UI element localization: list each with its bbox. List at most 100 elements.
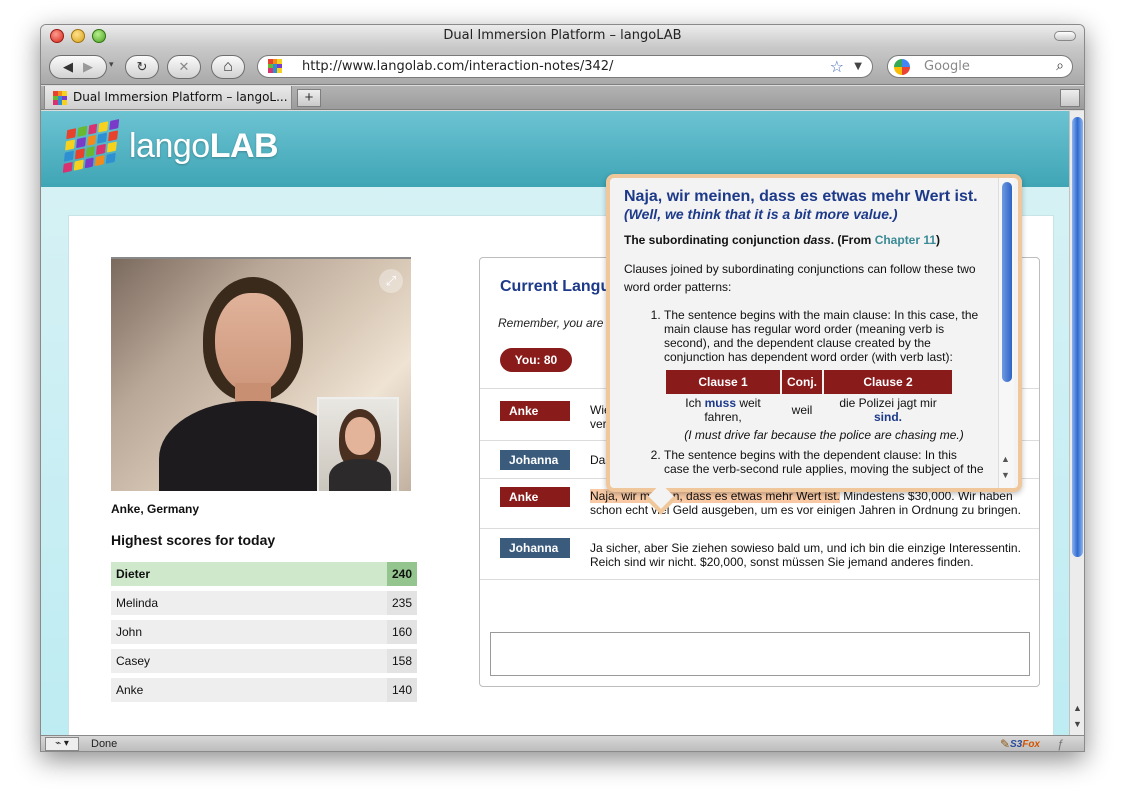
logo-tile: [74, 148, 85, 160]
search-bar[interactable]: Google ⌕: [887, 55, 1073, 78]
s3fox-text: S3: [1009, 739, 1023, 750]
page-scroll-thumb[interactable]: [1072, 117, 1083, 557]
speaker-label: Johanna: [500, 450, 570, 470]
score-name: Casey: [116, 654, 151, 668]
clause-cell: Ich muss weit fahren,: [666, 396, 780, 424]
message-text[interactable]: Ja sicher, aber Sie ziehen sowieso bald …: [590, 541, 1030, 569]
note-heading-text: . (From: [830, 233, 875, 247]
score-value: 160: [387, 620, 417, 644]
site-logo[interactable]: langoLAB: [129, 127, 279, 166]
logo-bold-text: LAB: [209, 127, 279, 165]
clause-cell: weil: [791, 403, 813, 417]
score-value: 235: [387, 591, 417, 615]
score-row: Anke 140: [111, 678, 417, 702]
note-heading-text: ): [936, 233, 941, 247]
score-row: Dieter 240: [111, 562, 417, 586]
score-value: 158: [387, 649, 417, 673]
url-text[interactable]: http://www.langolab.com/interaction-note…: [302, 59, 613, 74]
page-scroll-down-icon[interactable]: ▼: [1073, 719, 1082, 729]
clause-verb: sind.: [873, 410, 902, 424]
tab-label: Dual Immersion Platform – langoL...: [73, 90, 288, 104]
close-window-button[interactable]: [50, 29, 64, 43]
logo-tile: [98, 121, 109, 133]
toolbar-toggle-button[interactable]: [1054, 31, 1076, 41]
url-dropdown-icon[interactable]: ▼: [854, 56, 862, 77]
title-bar: Dual Immersion Platform – langoLAB: [41, 25, 1084, 47]
popup-scrollbar[interactable]: ▲ ▼: [998, 178, 1014, 488]
search-input[interactable]: Google: [924, 59, 970, 74]
chat-message: Johanna Ja sicher, aber Sie ziehen sowie…: [480, 528, 1039, 580]
logo-tile: [65, 139, 75, 151]
new-tab-button[interactable]: +: [297, 89, 321, 107]
forward-icon[interactable]: ▶: [83, 59, 93, 75]
clause-text: die Polizei jagt mir: [839, 396, 937, 410]
site-favicon-icon: [268, 59, 282, 73]
back-forward-button[interactable]: ◀ ▶: [49, 55, 107, 79]
video-feed[interactable]: ⤢: [111, 257, 411, 491]
back-icon[interactable]: ◀: [63, 59, 73, 75]
pip-person-body: [329, 459, 391, 491]
search-icon[interactable]: ⌕: [1056, 56, 1064, 77]
logo-tile: [87, 123, 98, 135]
scroll-down-icon[interactable]: ▼: [1001, 470, 1010, 480]
score-row: Melinda 235: [111, 591, 417, 615]
pip-person-face: [345, 417, 375, 455]
speaker-label: Anke: [500, 487, 570, 507]
tab-list-button[interactable]: [1060, 89, 1080, 107]
scroll-up-icon[interactable]: ▲: [1001, 454, 1010, 464]
history-dropdown-icon[interactable]: ▾: [109, 59, 114, 70]
note-translation: (Well, we think that it is a bit more va…: [624, 206, 898, 222]
stop-icon: ✕: [178, 59, 190, 74]
status-menu-icon[interactable]: ⌁ ▾: [45, 737, 79, 751]
logo-tile: [108, 130, 119, 142]
home-button[interactable]: ⌂: [211, 55, 245, 79]
page-content: langoLAB ⤢ Anke, Germany Highest scores …: [41, 111, 1069, 735]
note-title: Naja, wir meinen, dass es etwas mehr Wer…: [624, 188, 978, 205]
message-line: Reich sind wir nicht. $20,000, sonst müs…: [590, 555, 974, 569]
script-addon-icon[interactable]: ƒ: [1057, 736, 1064, 751]
note-list: The sentence begins with the main clause…: [624, 308, 984, 476]
langolab-logo-icon[interactable]: [62, 119, 120, 173]
logo-tile: [73, 159, 84, 171]
reload-icon: ↻: [136, 59, 148, 74]
popup-scroll-thumb[interactable]: [1002, 182, 1012, 382]
clause-text: Ich: [685, 396, 705, 410]
reload-button[interactable]: ↻: [125, 55, 159, 79]
self-view-video[interactable]: [317, 397, 399, 491]
score-row: Casey 158: [111, 649, 417, 673]
tab-favicon-icon: [53, 91, 67, 105]
logo-tile: [84, 157, 95, 169]
bookmark-star-icon[interactable]: ☆: [830, 56, 844, 77]
speaker-label: Anke: [500, 401, 570, 421]
page-scrollbar[interactable]: ▲ ▼: [1069, 111, 1084, 735]
reply-input[interactable]: [490, 632, 1030, 676]
page-scroll-up-icon[interactable]: ▲: [1073, 703, 1082, 713]
logo-tile: [96, 143, 107, 155]
note-item-text: The sentence begins with the dependent c…: [664, 448, 984, 476]
score-name: Melinda: [116, 596, 159, 610]
logo-light-text: lango: [129, 127, 210, 165]
tab-dual-immersion[interactable]: Dual Immersion Platform – langoL...: [44, 86, 292, 110]
minimize-window-button[interactable]: [71, 29, 85, 43]
browser-window: Dual Immersion Platform – langoLAB ◀ ▶ ▾…: [40, 24, 1085, 752]
grammar-note-popup: Naja, wir meinen, dass es etwas mehr Wer…: [606, 174, 1022, 515]
note-list-item: The sentence begins with the dependent c…: [664, 448, 984, 476]
score-name: Anke: [116, 683, 144, 697]
home-icon: ⌂: [223, 58, 233, 75]
chapter-link[interactable]: Chapter 11: [875, 233, 936, 247]
navigation-toolbar: ◀ ▶ ▾ ↻ ✕ ⌂ http://www.langolab.com/inte…: [41, 47, 1084, 85]
logo-tile: [62, 161, 73, 173]
address-bar[interactable]: http://www.langolab.com/interaction-note…: [257, 55, 873, 78]
clause-header: Clause 1: [666, 370, 780, 394]
google-engine-icon[interactable]: [894, 59, 910, 75]
score-value: 240: [387, 562, 417, 586]
logo-tile: [75, 137, 86, 149]
zoom-window-button[interactable]: [92, 29, 106, 43]
status-bar: ⌁ ▾ Done ✎ S3Fox ƒ: [41, 735, 1084, 751]
score-value: 140: [387, 678, 417, 702]
stop-button[interactable]: ✕: [167, 55, 201, 79]
clause-header: Conj.: [782, 370, 822, 394]
s3fox-addon[interactable]: S3Fox: [1009, 736, 1040, 751]
addon-tool-icon[interactable]: ✎: [1000, 736, 1010, 751]
expand-video-icon[interactable]: ⤢: [379, 269, 403, 293]
